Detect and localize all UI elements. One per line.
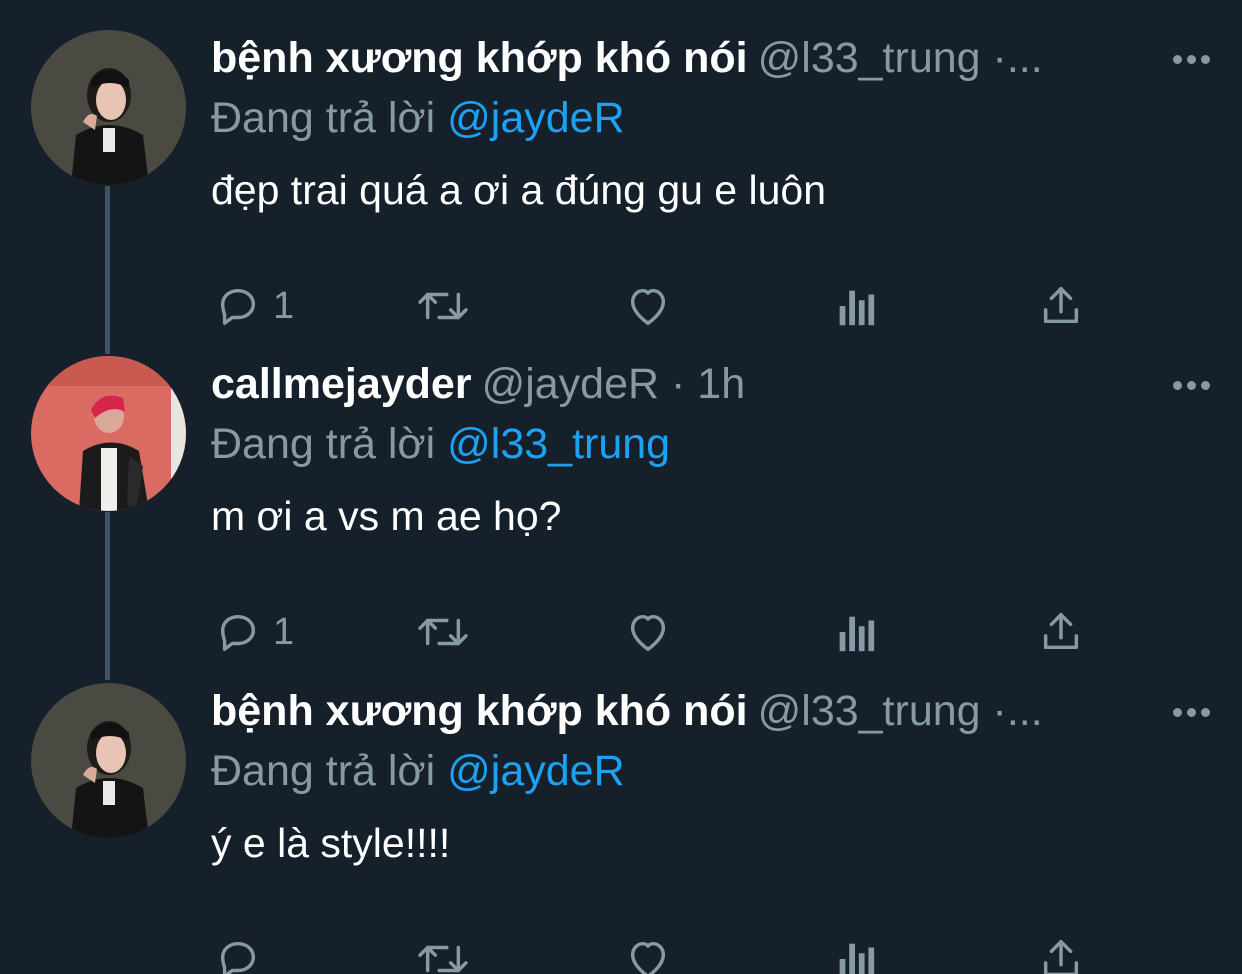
reply-icon [220,288,256,325]
share-button[interactable] [1038,929,1084,974]
retweet-button[interactable] [415,929,471,974]
like-button[interactable] [624,602,672,662]
share-button[interactable] [1038,276,1084,336]
tweet[interactable]: bệnh xương khớp khó nói @l33_trung ·... Đ… [0,28,1242,355]
tweet-text: ý e là style!!!! [211,820,451,866]
replying-to-label: Đang trả lời [211,94,436,142]
avatar[interactable] [31,356,186,511]
reply-count: 1 [273,284,295,327]
retweet-button[interactable] [415,276,471,336]
avatar[interactable] [31,30,186,185]
retweet-icon [418,292,468,320]
replying-to: Đang trả lời @jaydeR [211,741,625,801]
display-name[interactable]: callmejayder [211,360,472,408]
analytics-icon [839,616,875,652]
tweet-text: m ơi a vs m ae họ? [211,493,562,539]
tweet-header: bệnh xương khớp khó nói @l33_trung ·... [211,681,1151,741]
share-button[interactable] [1038,602,1084,662]
retweet-button[interactable] [415,602,471,662]
tweet[interactable]: callmejayder @jaydeR · 1h Đang trả lời @l… [0,354,1242,681]
tweet-header: callmejayder @jaydeR · 1h [211,354,1151,414]
more-icon[interactable] [1166,370,1216,400]
reply-icon [220,614,256,651]
like-button[interactable] [624,929,672,974]
reply-button[interactable]: 1 [215,276,294,336]
reply-count: 1 [273,610,295,653]
replying-to-label: Đang trả lời [211,747,436,795]
retweet-icon [418,618,468,646]
handle-and-time[interactable]: @jaydeR · 1h [482,360,746,408]
tweet-header: bệnh xương khớp khó nói @l33_trung ·... [211,28,1151,88]
handle-and-time[interactable]: @l33_trung ·... [758,687,1043,735]
analytics-icon [839,290,875,326]
display-name[interactable]: bệnh xương khớp khó nói [211,34,748,82]
share-icon [1043,940,1079,974]
more-icon[interactable] [1166,44,1216,74]
heart-icon [630,614,666,651]
replying-to-mention[interactable]: @jaydeR [447,94,625,142]
avatar[interactable] [31,683,186,838]
analytics-button[interactable] [833,929,877,974]
tweet-text: đẹp trai quá a ơi a đúng gu e luôn [211,167,827,213]
tweet-actions [211,929,1111,974]
display-name[interactable]: bệnh xương khớp khó nói [211,687,748,735]
share-icon [1043,613,1079,650]
analytics-button[interactable] [833,276,877,336]
analytics-button[interactable] [833,602,877,662]
tweet-thread: bệnh xương khớp khó nói @l33_trung ·... Đ… [0,0,1242,974]
reply-button[interactable]: 1 [215,602,294,662]
more-icon[interactable] [1166,697,1216,727]
replying-to-label: Đang trả lời [211,420,436,468]
replying-to-mention[interactable]: @l33_trung [447,420,670,468]
replying-to-mention[interactable]: @jaydeR [447,747,625,795]
reply-button[interactable] [215,929,273,974]
reply-icon [220,941,256,974]
share-icon [1043,287,1079,324]
replying-to: Đang trả lời @jaydeR [211,88,625,148]
analytics-icon [839,943,875,974]
like-button[interactable] [624,276,672,336]
retweet-icon [418,945,468,973]
tweet-actions: 1 [211,602,1111,662]
handle-and-time[interactable]: @l33_trung ·... [758,34,1043,82]
replying-to: Đang trả lời @l33_trung [211,414,670,474]
heart-icon [630,941,666,974]
tweet[interactable]: bệnh xương khớp khó nói @l33_trung ·... Đ… [0,681,1242,974]
tweet-actions: 1 [211,276,1111,336]
heart-icon [630,288,666,325]
